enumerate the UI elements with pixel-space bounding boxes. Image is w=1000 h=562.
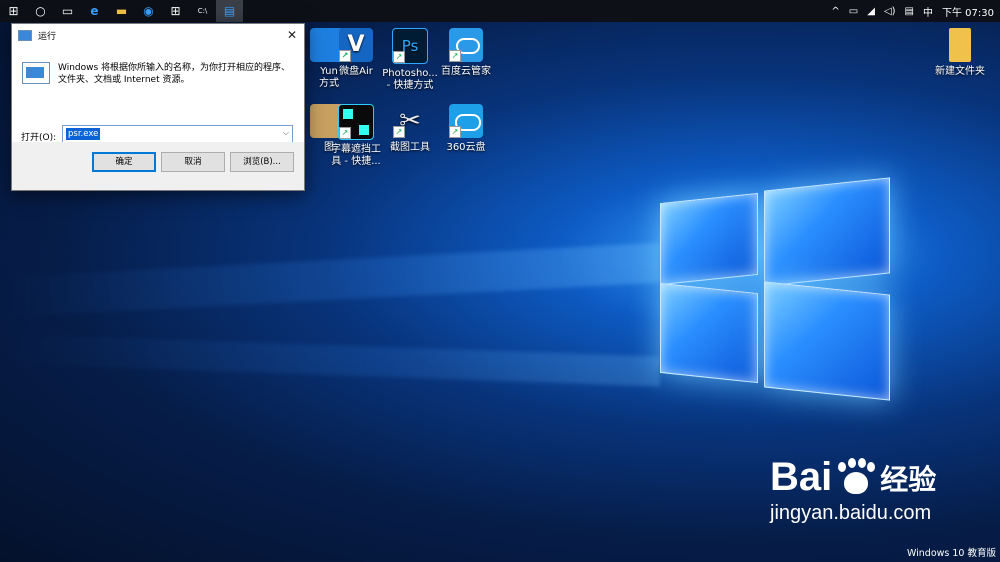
chevron-down-icon[interactable]: ⌵: [283, 128, 289, 138]
network-icon[interactable]: ◢: [867, 6, 875, 17]
system-tray: ^ ▭ ◢ ◁) ▤ 中 下午 07:30: [831, 0, 994, 22]
taskbar: ⊞ ○ ▭ e ▬ ◉ ⊞ C:\ ▤ ^ ▭ ◢ ◁) ▤ 中 下午 07:3…: [0, 0, 1000, 22]
paw-icon: [836, 457, 876, 498]
baidu-brand-text: Bai: [770, 455, 833, 499]
task-view-icon[interactable]: ▭: [54, 0, 81, 22]
open-input-value[interactable]: psr.exe: [66, 128, 101, 140]
file-explorer-icon[interactable]: ▬: [108, 0, 135, 22]
subtitle-tool-app-icon: ↗: [338, 104, 374, 140]
dialog-footer: 确定 取消 浏览(B)...: [12, 142, 304, 190]
jingyan-url: jingyan.baidu.com: [770, 502, 932, 524]
cancel-button[interactable]: 取消: [161, 152, 225, 172]
browser-icon[interactable]: ◉: [135, 0, 162, 22]
chevron-up-icon[interactable]: ^: [831, 6, 839, 17]
notification-icon[interactable]: ▤: [905, 6, 914, 17]
store-icon[interactable]: ⊞: [162, 0, 189, 22]
baidu-cloud-app-icon: ↗: [449, 28, 483, 62]
volume-icon[interactable]: ◁): [884, 6, 896, 17]
desktop-icon-new-folder[interactable]: 新建文件夹: [928, 28, 992, 78]
photoshop-app-icon: Ps ↗: [392, 28, 428, 64]
run-dialog: 运行 ✕ Windows 将根据你所输入的名称，为你打开相应的程序、文件夹、文档…: [11, 23, 305, 191]
jingyan-text: 经验: [880, 462, 937, 496]
desktop-icon-snipping-tool[interactable]: ✂ ↗ 截图工具: [378, 104, 442, 154]
dialog-title: 运行: [38, 31, 57, 42]
run-icon: [22, 62, 50, 84]
desktop-icon-baidu-cloud[interactable]: ↗ 百度云管家: [434, 28, 498, 78]
ok-button[interactable]: 确定: [92, 152, 156, 172]
language-indicator[interactable]: 中: [923, 4, 933, 19]
browse-button[interactable]: 浏览(B)...: [230, 152, 294, 172]
close-button[interactable]: ✕: [284, 27, 300, 43]
battery-icon[interactable]: ▭: [849, 6, 858, 17]
weipan-app-icon: V ↗: [339, 28, 373, 62]
dialog-titlebar[interactable]: 运行: [12, 24, 304, 46]
cmd-icon[interactable]: C:\: [189, 0, 216, 22]
run-app-icon[interactable]: ▤: [216, 0, 243, 22]
baidu-jingyan-watermark: Bai 经验 jingyan.baidu.com: [770, 455, 936, 525]
light-beam: [0, 242, 660, 318]
360-cloud-app-icon: ↗: [449, 104, 483, 138]
desktop-icon-photoshop[interactable]: Ps ↗ Photosho... - 快捷方式: [378, 28, 442, 92]
cortana-icon[interactable]: ○: [27, 0, 54, 22]
folder-icon: [949, 28, 971, 62]
windows-start-icon[interactable]: ⊞: [0, 0, 27, 22]
scissors-icon: ✂ ↗: [393, 104, 427, 138]
edge-icon[interactable]: e: [81, 0, 108, 22]
windows-logo-wallpaper: [658, 168, 890, 401]
run-small-icon: [18, 29, 32, 41]
windows-edition-label: Windows 10 教育版: [906, 548, 996, 559]
light-beam: [0, 333, 660, 387]
clock[interactable]: 下午 07:30: [942, 4, 994, 19]
desktop-icon-360-cloud[interactable]: ↗ 360云盘: [434, 104, 498, 154]
dialog-description: Windows 将根据你所输入的名称，为你打开相应的程序、文件夹、文档或 Int…: [58, 63, 291, 85]
